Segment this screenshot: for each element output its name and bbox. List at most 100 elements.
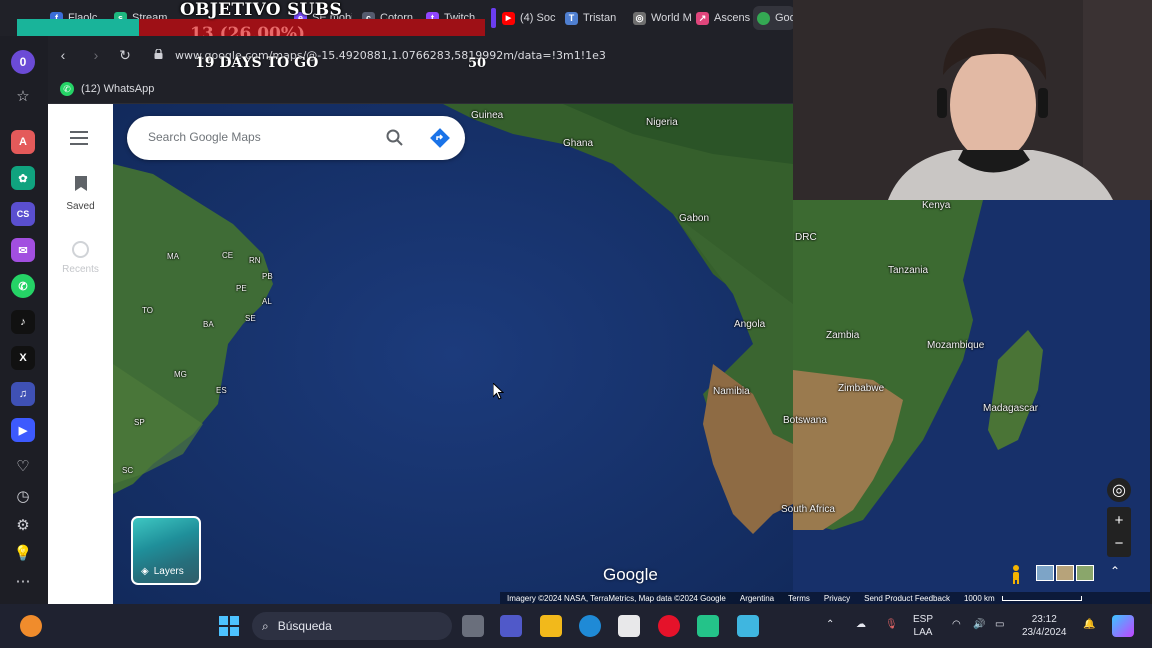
teams-icon[interactable] xyxy=(500,615,522,637)
maps-search-input[interactable] xyxy=(148,130,368,144)
music-icon[interactable]: ♫ xyxy=(11,382,35,406)
file-explorer-icon[interactable] xyxy=(540,615,562,637)
subs-goal-number: 50 xyxy=(468,56,487,71)
tab-favicon-icon: ↗ xyxy=(696,11,709,25)
bookmarks-star-icon[interactable]: ☆ xyxy=(11,84,35,108)
terrain-thumb-icon xyxy=(1056,565,1074,581)
map-label-to: TO xyxy=(142,306,153,315)
opera-taskbar-icon[interactable] xyxy=(658,615,680,637)
map-label-botswana: Botswana xyxy=(783,415,827,426)
opera-badge[interactable]: 0 xyxy=(11,50,35,74)
map-label-ba: BA xyxy=(203,320,214,329)
onedrive-icon[interactable]: ☁ xyxy=(856,618,866,631)
recents-button[interactable]: Recents xyxy=(48,241,113,275)
satellite-map-east[interactable] xyxy=(793,200,1150,604)
windows-start-icon[interactable] xyxy=(218,615,240,637)
search-icon: ⌕ xyxy=(262,618,269,633)
tiktok-icon[interactable]: ♪ xyxy=(11,310,35,334)
zoom-controls: + − xyxy=(1107,507,1131,557)
pegman-icon[interactable] xyxy=(1008,564,1024,584)
map-label-nigeria: Nigeria xyxy=(646,117,678,128)
map-attribution: Imagery ©2024 NASA, TerraMetrics, Map da… xyxy=(500,592,1150,604)
my-location-icon[interactable]: ◎ xyxy=(1107,478,1131,502)
tab-youtube[interactable]: ▶ (4) Soc xyxy=(498,6,558,30)
chat-app-icon[interactable] xyxy=(697,615,719,637)
mini-layers-switcher[interactable] xyxy=(1036,565,1094,581)
volume-icon[interactable]: 🔊 xyxy=(973,618,985,631)
terms-link[interactable]: Terms xyxy=(781,594,817,603)
hamburger-menu-icon[interactable] xyxy=(70,131,88,145)
map-label-drc: DRC xyxy=(795,232,817,243)
edge-icon[interactable] xyxy=(579,615,601,637)
map-label-tanzania: Tanzania xyxy=(888,265,929,276)
store-icon[interactable] xyxy=(618,615,640,637)
map-label-ce: CE xyxy=(222,251,234,260)
back-icon[interactable]: ‹ xyxy=(54,46,72,64)
map-label-zimbabwe: Zimbabwe xyxy=(838,383,885,394)
map-label-pb: PB xyxy=(262,272,273,281)
wifi-icon[interactable]: ◠ xyxy=(952,618,961,631)
satellite-thumb-icon xyxy=(1076,565,1094,581)
player-icon[interactable]: ▶ xyxy=(11,418,35,442)
tab-google-maps[interactable]: Goo xyxy=(753,6,795,30)
address-bar: ‹ › ↻ www.google.com/maps/@-15.4920881,1… xyxy=(48,36,793,74)
notification-bell-icon[interactable]: 🔔 xyxy=(1083,618,1095,631)
cs-icon[interactable]: CS xyxy=(11,202,35,226)
satellite-map[interactable] xyxy=(113,104,793,604)
map-label-ma: MA xyxy=(167,252,179,261)
zoom-in-icon[interactable]: + xyxy=(1115,512,1124,529)
tab-tristan[interactable]: T Tristan xyxy=(561,6,623,30)
region-link[interactable]: Argentina xyxy=(733,594,781,603)
google-maps-icon xyxy=(757,11,770,25)
map-label-south-africa: South Africa xyxy=(781,504,835,515)
map-label-es: ES xyxy=(216,386,227,395)
more-icon[interactable]: ⋯ xyxy=(11,569,35,593)
maps-search-box xyxy=(127,116,465,160)
chatgpt-icon[interactable]: ✿ xyxy=(11,166,35,190)
privacy-link[interactable]: Privacy xyxy=(817,594,857,603)
tab-ascens[interactable]: ↗ Ascens xyxy=(692,6,752,30)
map-label-sp: SP xyxy=(134,418,145,427)
map-thumb-icon xyxy=(1036,565,1054,581)
whatsapp-sidebar-icon[interactable]: ✆ xyxy=(11,274,35,298)
zoom-out-icon[interactable]: − xyxy=(1115,535,1124,552)
feedback-link[interactable]: Send Product Feedback xyxy=(857,594,957,603)
map-label-ghana: Ghana xyxy=(563,138,594,149)
notepad-icon[interactable] xyxy=(737,615,759,637)
battery-icon[interactable]: ▭ xyxy=(995,618,1004,631)
reload-icon[interactable]: ↻ xyxy=(116,46,134,64)
x-icon[interactable]: X xyxy=(11,346,35,370)
layers-button[interactable]: ◈ Layers xyxy=(131,516,201,585)
browser-sidebar: 0 ☆ A ✿ CS ✉ ✆ ♪ X ♫ ▶ ♡ ◷ ⚙ 💡 ⋯ xyxy=(0,36,48,604)
messenger-icon[interactable]: ✉ xyxy=(11,238,35,262)
language-indicator[interactable]: ESP LAA xyxy=(913,613,933,639)
heart-icon[interactable]: ♡ xyxy=(11,454,35,478)
history-clock-icon xyxy=(72,241,89,258)
search-icon[interactable] xyxy=(385,128,405,148)
whatsapp-icon: ✆ xyxy=(60,82,74,96)
layers-icon: ◈ xyxy=(141,566,149,577)
taskbar-search[interactable]: ⌕ Búsqueda xyxy=(252,612,452,640)
tab-world[interactable]: ◎ World M xyxy=(629,6,691,30)
aria-icon[interactable]: A xyxy=(11,130,35,154)
settings-icon[interactable]: ⚙ xyxy=(11,513,35,537)
bookmark-whatsapp[interactable]: ✆ (12) WhatsApp xyxy=(60,82,154,96)
tips-icon[interactable]: 💡 xyxy=(11,541,35,565)
scale-bar xyxy=(1001,595,1082,601)
weather-widget-icon[interactable] xyxy=(20,615,42,637)
clock[interactable]: 23:12 23/4/2024 xyxy=(1022,613,1067,639)
map-label-namibia: Namibia xyxy=(713,386,750,397)
task-view-icon[interactable] xyxy=(462,615,484,637)
tray-chevron-icon[interactable]: ⌃ xyxy=(826,618,834,631)
copilot-icon[interactable] xyxy=(1112,615,1134,637)
collapse-chevron-icon[interactable]: ⌃ xyxy=(1110,564,1120,578)
scale-label[interactable]: 1000 km xyxy=(957,594,1002,603)
map-label-pe: PE xyxy=(236,284,247,293)
saved-button[interactable]: Saved xyxy=(48,176,113,212)
history-icon[interactable]: ◷ xyxy=(11,484,35,508)
screen: { "browser": { "tabs": [ {"label": "Flao… xyxy=(0,0,1152,648)
microphone-icon[interactable]: 🎙 xyxy=(885,618,898,631)
directions-icon[interactable] xyxy=(430,128,450,148)
forward-icon[interactable]: › xyxy=(87,46,105,64)
youtube-icon: ▶ xyxy=(502,11,515,25)
